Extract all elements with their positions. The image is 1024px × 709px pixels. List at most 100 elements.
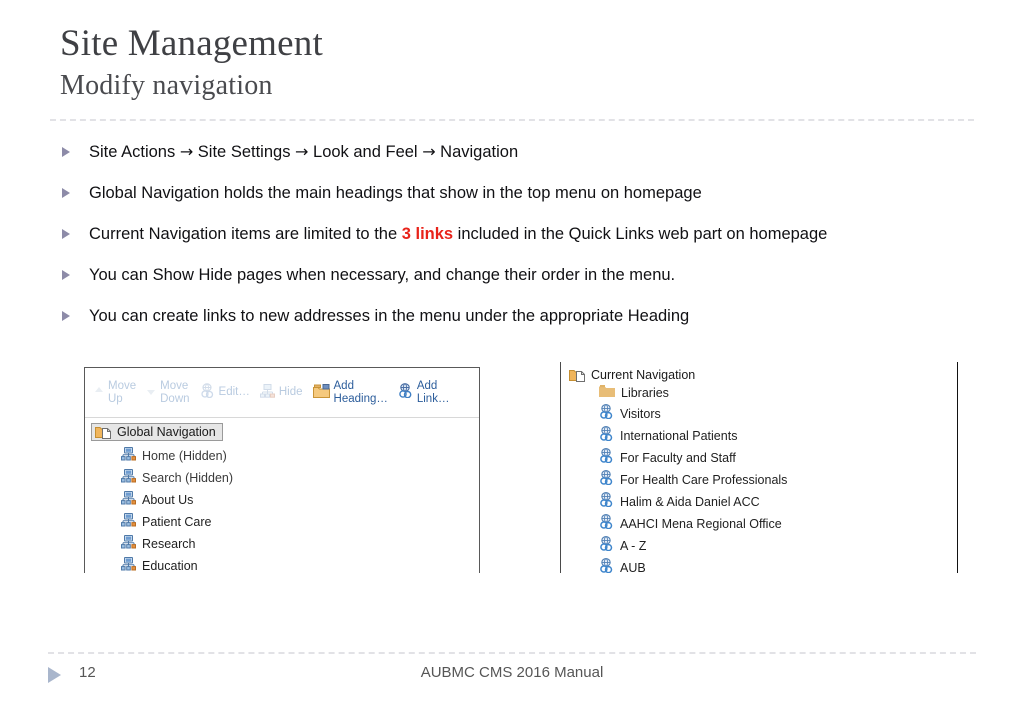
bullet-text: Look and Feel [308, 143, 423, 161]
bullet-list: Site Actions → Site Settings → Look and … [56, 138, 1006, 343]
ribbon-button-label: Hide [278, 386, 303, 398]
ribbon-button-label: Add Heading… [333, 379, 388, 405]
add-link-globe-icon [398, 383, 413, 402]
globe-link-icon [599, 448, 614, 468]
tree-item-label: Education [142, 559, 198, 573]
current-navigation-tree: Current Navigation Libraries Visitors Inte… [561, 362, 957, 573]
add-heading-folder-icon [312, 383, 330, 402]
tree-item-label: Libraries [621, 385, 669, 400]
current-navigation-items: Libraries Visitors International Patients F… [569, 384, 957, 573]
globe-link-icon [599, 536, 614, 556]
sitemap-node-icon [121, 535, 136, 554]
tree-item[interactable]: AAHCI Mena Regional Office [599, 514, 957, 534]
sitemap-node-icon [121, 469, 136, 488]
tree-item-label: AUB [620, 560, 646, 574]
footer-divider [48, 652, 976, 654]
tree-item[interactable]: For Health Care Professionals [599, 470, 957, 490]
arrow-right-icon: → [179, 142, 194, 161]
folder-page-icon [569, 368, 586, 382]
tree-item[interactable]: Research [121, 535, 479, 554]
tree-root-label: Current Navigation [591, 368, 696, 382]
bullet-current-navigation: Current Navigation items are limited to … [56, 220, 1006, 248]
globe-link-icon [599, 470, 614, 490]
tree-item-label: Patient Care [142, 515, 212, 529]
tree-item-label: International Patients [620, 428, 738, 443]
ribbon-button-move-down: Move Down [141, 378, 194, 408]
edit-link-icon [200, 383, 215, 402]
tree-root-current-navigation[interactable]: Current Navigation [569, 368, 957, 382]
bullet-global-navigation: Global Navigation holds the main heading… [56, 179, 1006, 207]
tree-item[interactable]: Education [121, 557, 479, 573]
arrow-right-icon: → [422, 142, 436, 161]
arrow-right-icon: → [295, 142, 309, 161]
tree-item-label: Search (Hidden) [142, 471, 234, 485]
ribbon-button-label: Move Down [160, 379, 190, 405]
sitemap-node-icon [121, 491, 136, 510]
tree-item[interactable]: AUB [599, 558, 957, 573]
move-up-icon [94, 386, 104, 400]
tree-item-label: For Health Care Professionals [620, 472, 788, 487]
tree-item-label: Halim & Aida Daniel ACC [620, 494, 760, 509]
tree-item-label: Home (Hidden) [142, 449, 227, 463]
ribbon-button-label: Add Link… [416, 379, 450, 405]
globe-link-icon [599, 514, 614, 534]
tree-item[interactable]: Halim & Aida Daniel ACC [599, 492, 957, 512]
globe-link-icon [599, 426, 614, 446]
page-title: Site Management [60, 23, 323, 64]
bullet-triangle-icon [62, 147, 70, 157]
tree-item[interactable]: About Us [121, 491, 479, 510]
bullet-text: You can create links to new addresses in… [89, 307, 690, 325]
tree-item-label: AAHCI Mena Regional Office [620, 516, 782, 531]
hide-node-icon [259, 383, 275, 402]
tree-item[interactable]: Patient Care [121, 513, 479, 532]
ribbon-button-label: Edit… [218, 386, 250, 398]
globe-link-icon [599, 492, 614, 512]
move-down-icon [146, 386, 156, 400]
bullet-breadcrumb-path: Site Actions → Site Settings → Look and … [56, 138, 1006, 166]
ribbon-button-label: Move Up [108, 379, 137, 405]
bullet-text: Current Navigation items are limited to … [89, 225, 402, 243]
ribbon-button-edit-link: Edit… [195, 381, 255, 404]
ribbon-button-add-link-globe[interactable]: Add Link… [393, 378, 455, 408]
bullet-triangle-icon [62, 311, 70, 321]
tree-item[interactable]: Search (Hidden) [121, 469, 479, 488]
tree-item[interactable]: Libraries [599, 384, 957, 402]
ribbon-button-add-heading-folder[interactable]: Add Heading… [308, 378, 393, 408]
bullet-text: included in the Quick Links web part on … [453, 225, 828, 243]
folder-page-icon [95, 425, 112, 439]
folder-icon [599, 384, 615, 402]
sitemap-node-icon [121, 557, 136, 573]
tree-root-label: Global Navigation [117, 425, 216, 439]
globe-link-icon [599, 558, 614, 573]
current-navigation-screenshot: Current Navigation Libraries Visitors Inte… [560, 362, 958, 573]
bullet-create-links: You can create links to new addresses in… [56, 302, 1006, 330]
global-navigation-items: Home (Hidden) Search (Hidden) About Us Pati… [91, 447, 479, 573]
slide-footer: 12 AUBMC CMS 2016 Manual [48, 660, 976, 690]
tree-item-label: Research [142, 537, 196, 551]
ribbon-button-move-up: Move Up [89, 378, 141, 408]
tree-item-label: Visitors [620, 406, 661, 421]
tree-item[interactable]: Home (Hidden) [121, 447, 479, 466]
bullet-triangle-icon [62, 270, 70, 280]
tree-item[interactable]: International Patients [599, 426, 957, 446]
page-subtitle: Modify navigation [60, 70, 273, 101]
tree-item[interactable]: A - Z [599, 536, 957, 556]
tree-root-global-navigation[interactable]: Global Navigation [91, 423, 223, 441]
tree-item[interactable]: Visitors [599, 404, 957, 424]
sitemap-node-icon [121, 513, 136, 532]
tree-item-label: About Us [142, 493, 194, 507]
globe-link-icon [599, 404, 614, 424]
bullet-triangle-icon [62, 188, 70, 198]
bullet-text: Site Actions [89, 143, 180, 161]
global-navigation-tree: Global Navigation Home (Hidden) Search (H… [85, 418, 479, 573]
navigation-ribbon-toolbar: Move Up Move Down Edit… Hide Add Heading… Add Lin… [85, 368, 479, 418]
bullet-text: You can Show Hide pages when necessary, … [89, 266, 676, 284]
slide-header: Site Management Modify navigation [60, 22, 970, 104]
global-navigation-screenshot: Move Up Move Down Edit… Hide Add Heading… Add Lin… [84, 367, 480, 573]
tree-item[interactable]: For Faculty and Staff [599, 448, 957, 468]
footer-title: AUBMC CMS 2016 Manual [420, 664, 604, 681]
tree-item-label: A - Z [620, 538, 647, 553]
bullet-text: Navigation [435, 143, 519, 161]
bullet-accent-text: 3 links [401, 225, 454, 243]
header-divider [50, 119, 974, 121]
